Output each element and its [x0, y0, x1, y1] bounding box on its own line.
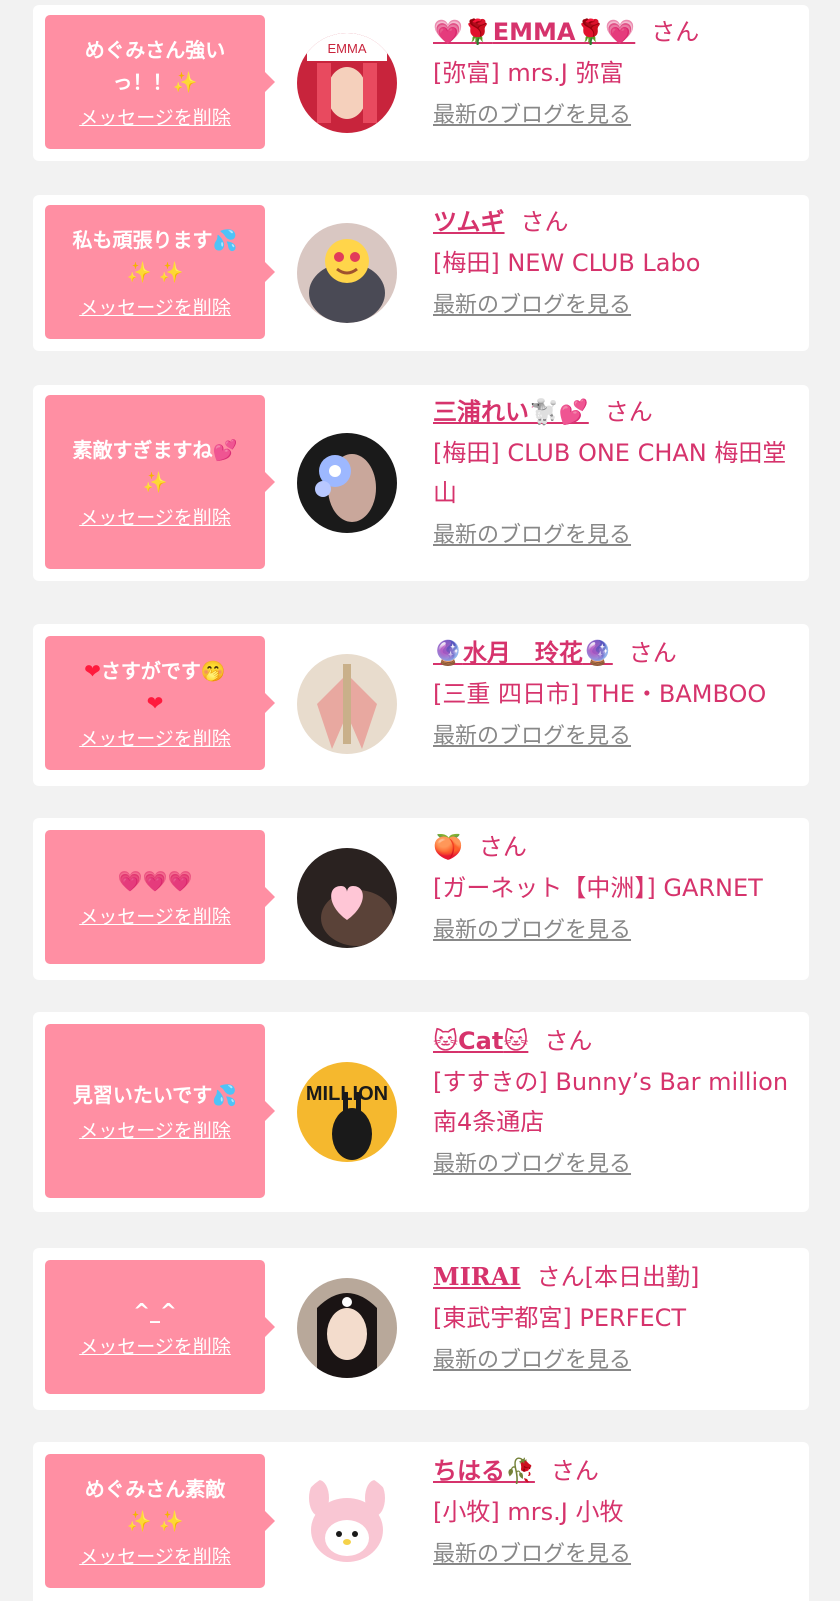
message-bubble: ❤さすがです🤭 ❤ メッセージを削除 — [45, 636, 275, 770]
honorific: さん — [478, 833, 527, 861]
honorific: さん — [651, 18, 700, 46]
shop-name: [梅田] CLUB ONE CHAN 梅田堂山 — [433, 439, 787, 507]
sender-info: 🍑 さん [ガーネット【中洲】] GARNET 最新のブログを見る — [433, 830, 793, 946]
latest-blog-link[interactable]: 最新のブログを見る — [433, 1346, 631, 1376]
latest-blog-link[interactable]: 最新のブログを見る — [433, 722, 631, 752]
delete-message-link[interactable]: メッセージを削除 — [79, 106, 231, 130]
sender-info: 💗🌹EMMA🌹💗 さん [弥富] mrs.J 弥富 最新のブログを見る — [433, 15, 793, 131]
sender-info: MIRAI さん[本日出勤] [東武宇都宮] PERFECT 最新のブログを見る — [433, 1260, 793, 1376]
honorific: さん — [544, 1027, 593, 1055]
message-text: 私も頑張ります💦 ✨ ✨ — [72, 228, 238, 284]
sparkle-icon: ✨ — [172, 70, 198, 94]
avatar[interactable] — [297, 654, 397, 754]
sender-name-line: ツムギ さん — [433, 205, 793, 239]
shop-name: [弥富] mrs.J 弥富 — [433, 59, 624, 87]
sender-info: 三浦れい🐩💕 さん [梅田] CLUB ONE CHAN 梅田堂山 最新のブログを… — [433, 395, 793, 551]
shop-name: [すすきの] Bunny’s Bar million 南4条通店 — [433, 1068, 789, 1136]
sender-name-link[interactable]: 🍑 — [433, 833, 463, 861]
sparkle-icon: ✨ ✨ — [126, 1509, 184, 1533]
honorific: さん[本日出勤] — [536, 1263, 700, 1291]
message-card: めぐみさん素敵 ✨ ✨ メッセージを削除 ちはる🥀 さん [小牧] mrs.J 小牧… — [33, 1442, 809, 1601]
heart-icon: 💕 — [212, 438, 238, 462]
message-text: 見習いたいです💦 — [72, 1083, 238, 1107]
sender-info: ちはる🥀 さん [小牧] mrs.J 小牧 最新のブログを見る — [433, 1454, 793, 1570]
sender-name-link[interactable]: MIRAI — [433, 1262, 521, 1291]
blush-face-icon: 🤭 — [200, 659, 226, 683]
message-text: ❤さすがです🤭 ❤ — [84, 659, 226, 715]
sender-name-line: 🔮水月 玲花🔮 さん — [433, 636, 793, 670]
shop-name: [ガーネット【中洲】] GARNET — [433, 874, 763, 902]
shop-name: [梅田] NEW CLUB Labo — [433, 249, 701, 277]
avatar[interactable] — [297, 433, 397, 533]
delete-message-link[interactable]: メッセージを削除 — [79, 506, 231, 530]
message-card: 見習いたいです💦 メッセージを削除 MILLION 🐱Cat🐱 さん [すすきの]… — [33, 1012, 809, 1212]
sender-name-link[interactable]: 💗🌹EMMA🌹💗 — [433, 18, 635, 46]
sweat-icon: 💦 — [212, 1083, 238, 1107]
delete-message-link[interactable]: メッセージを削除 — [79, 296, 231, 320]
message-text: 💗💗💗 — [117, 869, 193, 893]
heart-icon: ❤ — [84, 659, 101, 683]
message-card: 私も頑張ります💦 ✨ ✨ メッセージを削除 ツムギ さん [梅田] NEW CLUB… — [33, 195, 809, 351]
sender-name-link[interactable]: 三浦れい🐩💕 — [433, 398, 589, 426]
message-text: ^_^ — [133, 1299, 177, 1323]
message-bubble: ^_^ メッセージを削除 — [45, 1260, 275, 1394]
message-bubble: 💗💗💗 メッセージを削除 — [45, 830, 275, 964]
message-card: めぐみさん強い っ！！✨ メッセージを削除 EMMA 💗🌹EMMA🌹💗 さん [弥富… — [33, 5, 809, 161]
delete-message-link[interactable]: メッセージを削除 — [79, 1545, 231, 1569]
honorific: さん — [628, 639, 677, 667]
avatar[interactable]: EMMA — [297, 33, 397, 133]
shop-name: [小牧] mrs.J 小牧 — [433, 1498, 624, 1526]
sender-info: ツムギ さん [梅田] NEW CLUB Labo 最新のブログを見る — [433, 205, 793, 321]
message-bubble: めぐみさん素敵 ✨ ✨ メッセージを削除 — [45, 1454, 275, 1588]
shop-name: [東武宇都宮] PERFECT — [433, 1304, 687, 1332]
latest-blog-link[interactable]: 最新のブログを見る — [433, 521, 631, 551]
avatar[interactable] — [297, 223, 397, 323]
sender-name-link[interactable]: ちはる🥀 — [433, 1457, 535, 1485]
sender-name-line: 🍑 さん — [433, 830, 793, 864]
message-bubble: めぐみさん強い っ！！✨ メッセージを削除 — [45, 15, 275, 149]
delete-message-link[interactable]: メッセージを削除 — [79, 727, 231, 751]
sender-name-link[interactable]: 🐱Cat🐱 — [433, 1027, 528, 1055]
avatar[interactable] — [297, 1278, 397, 1378]
avatar[interactable] — [297, 1472, 397, 1572]
shop-name: [三重 四日市] THE・BAMBOO — [433, 680, 767, 708]
sender-name-link[interactable]: ツムギ — [433, 208, 505, 236]
latest-blog-link[interactable]: 最新のブログを見る — [433, 1150, 631, 1180]
avatar[interactable] — [297, 848, 397, 948]
latest-blog-link[interactable]: 最新のブログを見る — [433, 101, 631, 131]
svg-text:EMMA: EMMA — [328, 41, 367, 56]
avatar[interactable]: MILLION — [297, 1062, 397, 1162]
heart-icon: ❤ — [146, 691, 164, 715]
honorific: さん — [520, 208, 569, 236]
sender-info: 🐱Cat🐱 さん [すすきの] Bunny’s Bar million 南4条通店… — [433, 1024, 793, 1180]
message-card: ^_^ メッセージを削除 MIRAI さん[本日出勤] [東武宇都宮] PERFE… — [33, 1248, 809, 1410]
message-bubble: 見習いたいです💦 メッセージを削除 — [45, 1024, 275, 1198]
delete-message-link[interactable]: メッセージを削除 — [79, 1335, 231, 1359]
message-text: 素敵すぎますね💕 ✨ — [72, 438, 238, 494]
delete-message-link[interactable]: メッセージを削除 — [79, 905, 231, 929]
message-card: 💗💗💗 メッセージを削除 🍑 さん [ガーネット【中洲】] GARNET 最新のブ… — [33, 818, 809, 980]
latest-blog-link[interactable]: 最新のブログを見る — [433, 916, 631, 946]
message-card: 素敵すぎますね💕 ✨ メッセージを削除 三浦れい🐩💕 さん [梅田] CLUB ON… — [33, 385, 809, 581]
honorific: さん — [550, 1457, 599, 1485]
sender-name-line: 三浦れい🐩💕 さん — [433, 395, 793, 429]
sender-name-line: 🐱Cat🐱 さん — [433, 1024, 793, 1058]
honorific: さん — [604, 398, 653, 426]
message-text: めぐみさん素敵 ✨ ✨ — [84, 1477, 226, 1533]
sender-name-line: ちはる🥀 さん — [433, 1454, 793, 1488]
sparkle-icon: ✨ — [142, 470, 168, 494]
sender-info: 🔮水月 玲花🔮 さん [三重 四日市] THE・BAMBOO 最新のブログを見る — [433, 636, 793, 752]
message-card: ❤さすがです🤭 ❤ メッセージを削除 🔮水月 玲花🔮 さん [三重 四日市] THE… — [33, 624, 809, 786]
sender-name-line: 💗🌹EMMA🌹💗 さん — [433, 15, 793, 49]
latest-blog-link[interactable]: 最新のブログを見る — [433, 291, 631, 321]
delete-message-link[interactable]: メッセージを削除 — [79, 1119, 231, 1143]
sender-name-line: MIRAI さん[本日出勤] — [433, 1260, 793, 1294]
sweat-icon: 💦 — [212, 228, 238, 252]
message-bubble: 素敵すぎますね💕 ✨ メッセージを削除 — [45, 395, 275, 569]
sender-name-link[interactable]: 🔮水月 玲花🔮 — [433, 639, 613, 667]
message-text: めぐみさん強い っ！！✨ — [84, 38, 226, 94]
latest-blog-link[interactable]: 最新のブログを見る — [433, 1540, 631, 1570]
message-bubble: 私も頑張ります💦 ✨ ✨ メッセージを削除 — [45, 205, 275, 339]
sparkle-icon: ✨ ✨ — [126, 260, 184, 284]
